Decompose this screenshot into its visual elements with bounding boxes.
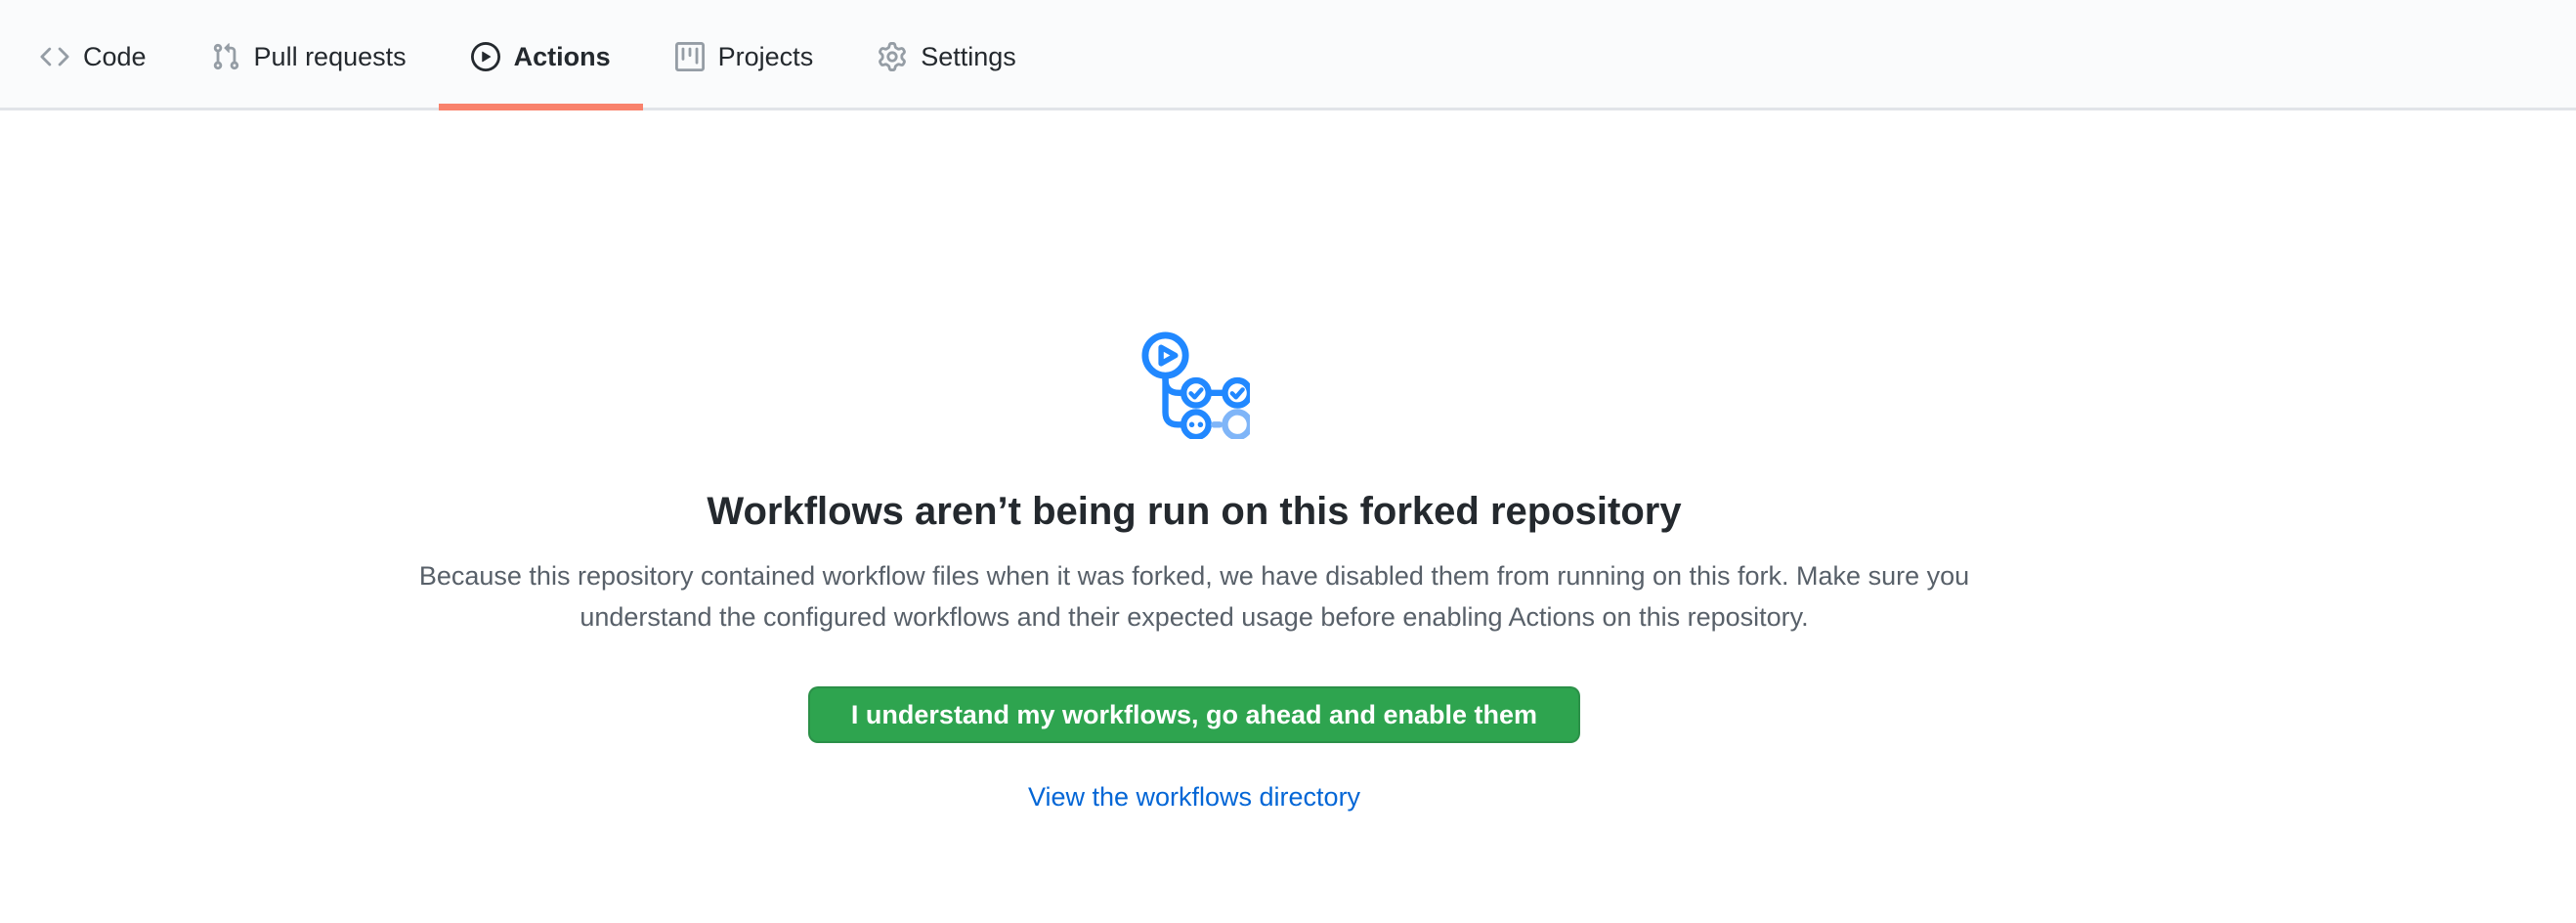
tab-label: Actions (514, 44, 611, 70)
tab-actions[interactable]: Actions (439, 0, 643, 110)
project-icon (675, 42, 705, 71)
tab-label: Pull requests (254, 44, 407, 70)
enable-workflows-button[interactable]: I understand my workflows, go ahead and … (808, 686, 1580, 743)
repo-tab-nav: Code Pull requests Actions Projects Sett… (0, 0, 2576, 110)
tab-label: Projects (718, 44, 814, 70)
tab-projects[interactable]: Projects (643, 0, 846, 110)
workflow-graph-icon (1138, 330, 1250, 439)
blankslate-description: Because this repository contained workfl… (403, 555, 1986, 637)
tab-settings[interactable]: Settings (845, 0, 1049, 110)
view-workflows-link[interactable]: View the workflows directory (1028, 782, 1360, 812)
tab-code[interactable]: Code (8, 0, 179, 110)
play-circle-icon (471, 42, 500, 71)
gear-icon (878, 42, 907, 71)
code-icon (40, 42, 69, 71)
tab-label: Settings (921, 44, 1016, 70)
tab-pull-requests[interactable]: Pull requests (179, 0, 439, 110)
tab-label: Code (83, 44, 147, 70)
git-pull-request-icon (211, 42, 240, 71)
actions-blankslate: Workflows aren’t being run on this forke… (0, 110, 2576, 813)
page-title: Workflows aren’t being run on this forke… (403, 487, 1986, 536)
